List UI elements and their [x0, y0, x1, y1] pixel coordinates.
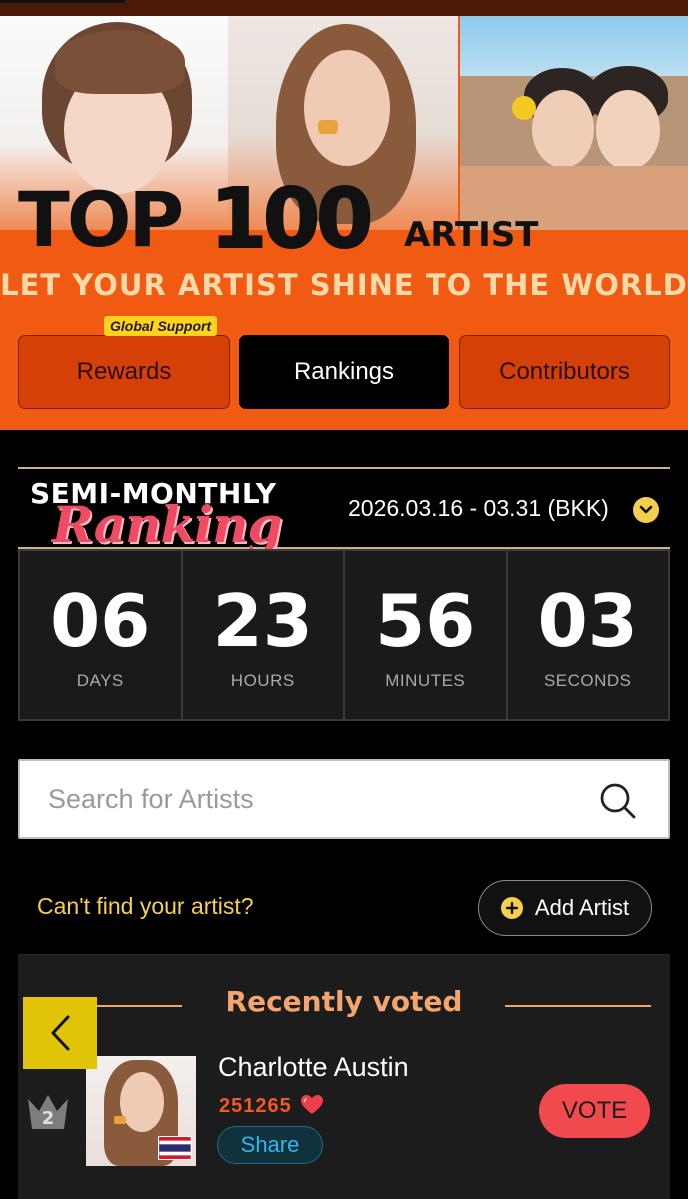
top100-logo: TOP 100 ARTIST [18, 172, 539, 267]
artist-thumbnail[interactable] [86, 1056, 196, 1166]
countdown-seconds-value: 03 [537, 579, 638, 663]
global-support-badge: Global Support [104, 316, 218, 336]
countdown-timer: 06 DAYS 23 HOURS 56 MINUTES 03 SECONDS [18, 549, 670, 721]
chevron-left-icon [51, 1015, 70, 1051]
add-artist-label: Add Artist [534, 895, 630, 920]
search-bar [18, 759, 670, 839]
search-icon[interactable] [598, 781, 638, 821]
ranking-header: SEMI-MONTHLY Ranking 2026.03.16 - 03.31 … [18, 467, 670, 554]
banner-slogan: LET YOUR ARTIST SHINE TO THE WORLD [0, 268, 688, 302]
logo-number-text: 100 [209, 172, 374, 267]
heart-icon [301, 1095, 323, 1114]
countdown-days-value: 06 [50, 579, 151, 663]
countdown-hours-value: 23 [212, 579, 313, 663]
countdown-seconds-label: SECONDS [543, 671, 632, 690]
countdown-hours-label: HOURS [230, 671, 295, 690]
tab-contributors[interactable]: Contributors [459, 335, 670, 409]
share-button[interactable]: Share [217, 1126, 323, 1164]
logo-artist-text: ARTIST [404, 215, 539, 255]
add-artist-button[interactable]: Add Artist [478, 880, 652, 936]
rank-crown-icon: 2 [24, 1089, 72, 1135]
back-arrow-button[interactable] [23, 997, 97, 1069]
countdown-minutes: 56 MINUTES [345, 551, 508, 719]
countdown-days: 06 DAYS [20, 551, 183, 719]
countdown-days-label: DAYS [76, 671, 124, 690]
countdown-minutes-label: MINUTES [385, 671, 466, 690]
vote-count: 251265 [219, 1095, 292, 1117]
thailand-flag-icon [158, 1136, 192, 1160]
recently-voted-title: Recently voted [225, 985, 463, 1018]
countdown-seconds: 03 SECONDS [507, 551, 668, 719]
plus-circle-icon [500, 897, 523, 919]
app-page: TOP 100 ARTIST LET YOUR ARTIST SHINE TO … [0, 0, 688, 1199]
title-divider-right [505, 1005, 651, 1007]
vote-button[interactable]: VOTE [539, 1084, 650, 1138]
hero-banner: TOP 100 ARTIST LET YOUR ARTIST SHINE TO … [0, 0, 688, 430]
cant-find-artist-text: Can't find your artist? [37, 893, 254, 919]
rank-number: 2 [42, 1108, 55, 1129]
logo-top-text: TOP [18, 175, 184, 264]
ranking-script-heading: Ranking [52, 495, 282, 554]
artist-name[interactable]: Charlotte Austin [218, 1052, 409, 1083]
recently-voted-panel: Recently voted 2 Charlotte Austin 251265… [18, 954, 670, 1199]
main-tabs: Rewards Rankings Contributors [18, 335, 670, 409]
hero-top-strip [0, 0, 688, 16]
date-range-selector[interactable]: 2026.03.16 - 03.31 (BKK) [348, 495, 609, 522]
tab-rewards[interactable]: Rewards [18, 335, 230, 409]
countdown-minutes-value: 56 [375, 579, 476, 663]
search-input[interactable] [48, 761, 608, 837]
countdown-hours: 23 HOURS [182, 551, 345, 719]
chevron-down-icon[interactable] [633, 497, 659, 523]
tab-rankings[interactable]: Rankings [239, 335, 449, 409]
